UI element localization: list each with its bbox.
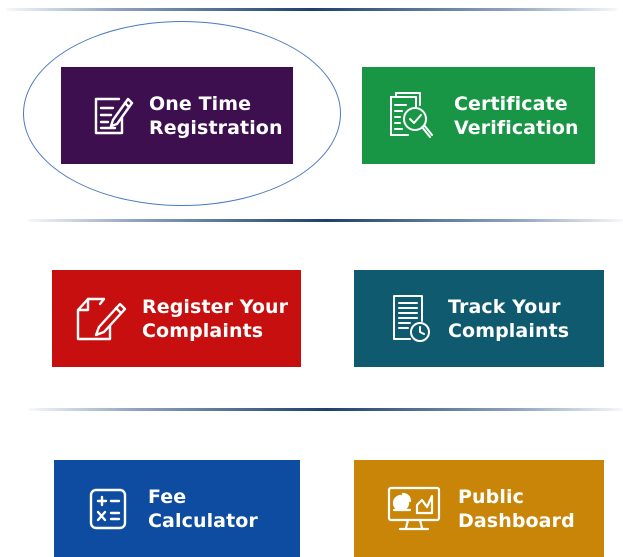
dashboard-monitor-icon [386,485,442,533]
calculator-icon [88,487,128,531]
pen-paper-icon [74,296,128,342]
one-time-registration-button[interactable]: One Time Registration [61,67,293,164]
middle-divider [28,219,623,222]
certificate-verification-label: Certificate Verification [454,92,579,139]
public-dashboard-button[interactable]: Public Dashboard [354,460,604,557]
certificate-search-icon [386,91,434,141]
edit-document-icon [91,94,135,138]
fee-calculator-button[interactable]: Fee Calculator [54,460,300,557]
track-complaints-button[interactable]: Track Your Complaints [354,270,604,367]
public-dashboard-label: Public Dashboard [458,485,575,532]
register-complaints-button[interactable]: Register Your Complaints [52,270,301,367]
document-clock-icon [388,293,432,345]
one-time-registration-label: One Time Registration [149,92,283,139]
fee-calculator-label: Fee Calculator [148,485,258,532]
lower-divider [28,408,623,411]
register-complaints-label: Register Your Complaints [142,295,289,342]
top-divider [6,8,618,11]
track-complaints-label: Track Your Complaints [448,295,570,342]
certificate-verification-button[interactable]: Certificate Verification [362,67,595,164]
